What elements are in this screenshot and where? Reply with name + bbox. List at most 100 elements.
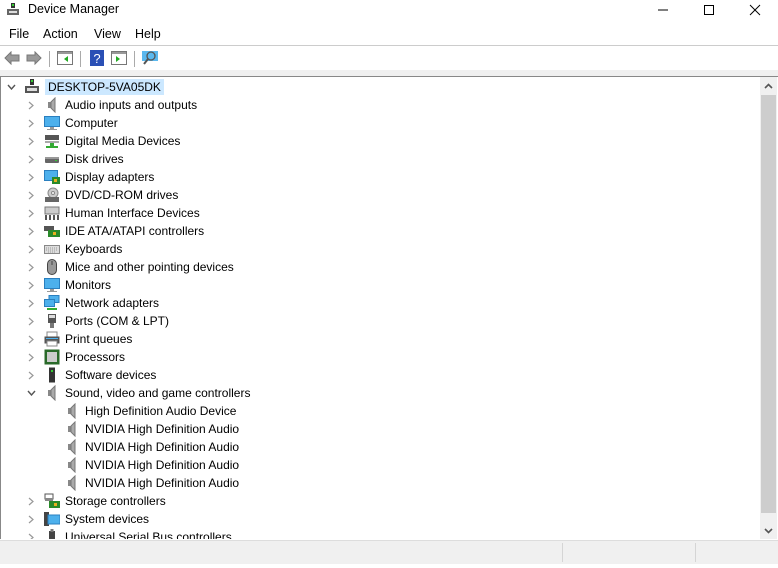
tree-root-computer[interactable]: DESKTOP-5VA05DK [4,78,164,96]
tree-item-label: Mice and other pointing devices [65,260,234,274]
expand-toggle[interactable] [24,366,38,384]
tree-item-label: Human Interface Devices [65,206,200,220]
tree-category-ide-ata-atapi-controllers[interactable]: IDE ATA/ATAPI controllers [24,222,204,240]
expand-toggle[interactable] [24,114,38,132]
tree-category-print-queues[interactable]: Print queues [24,330,132,348]
tree-category-mice-and-other-pointing-devices[interactable]: Mice and other pointing devices [24,258,234,276]
chevron-right-icon [28,191,34,199]
toggle-spacer [44,402,58,420]
tree-item-label: Monitors [65,278,112,292]
expand-toggle[interactable] [24,294,38,312]
menu-help[interactable]: Help [135,27,161,41]
expand-toggle[interactable] [24,258,38,276]
expand-toggle[interactable] [24,168,38,186]
software-device-icon [44,367,60,383]
tree-category-universal-serial-bus-controllers[interactable]: Universal Serial Bus controllers [24,528,232,539]
help-button[interactable]: ? [88,49,106,67]
chevron-down-icon [764,527,773,534]
port-icon [44,313,60,329]
expand-toggle[interactable] [24,150,38,168]
chevron-right-icon [28,137,34,145]
tree-category-display-adapters[interactable]: Display adapters [24,168,154,186]
console-tree-icon [57,51,73,65]
tree-item-label: Display adapters [65,170,155,184]
scroll-down-button[interactable] [760,522,777,539]
expand-toggle[interactable] [24,204,38,222]
tree-item-label: NVIDIA High Definition Audio [85,440,240,454]
show-hide-console-tree-button[interactable] [56,49,74,67]
chevron-right-icon [28,533,34,539]
maximize-button[interactable] [686,0,732,20]
tree-category-storage-controllers[interactable]: Storage controllers [24,492,166,510]
scroll-up-button[interactable] [760,77,777,94]
expand-toggle[interactable] [24,348,38,366]
chevron-right-icon [28,155,34,163]
expand-toggle[interactable] [24,276,38,294]
collapse-toggle[interactable] [24,384,38,402]
chevron-right-icon [28,371,34,379]
minimize-button[interactable] [640,0,686,20]
vertical-scrollbar[interactable] [760,77,777,539]
back-button[interactable] [3,49,21,67]
tree-category-computer[interactable]: Computer [24,114,118,132]
toolbar-separator [49,51,50,67]
collapse-toggle[interactable] [4,78,18,96]
toolbar: ? [0,46,778,70]
menu-file[interactable]: File [9,27,29,41]
expand-toggle[interactable] [24,132,38,150]
ide-controller-icon [44,223,60,239]
toggle-spacer [44,456,58,474]
close-button[interactable] [732,0,778,20]
tree-category-disk-drives[interactable]: Disk drives [24,150,124,168]
tree-category-human-interface-devices[interactable]: Human Interface Devices [24,204,200,222]
expand-toggle[interactable] [24,312,38,330]
expand-toggle[interactable] [24,510,38,528]
expand-toggle[interactable] [24,330,38,348]
expand-toggle[interactable] [24,186,38,204]
background-window-edge [0,564,778,568]
tree-category-processors[interactable]: Processors [24,348,125,366]
tree-category-dvd-cd-rom-drives[interactable]: DVD/CD-ROM drives [24,186,178,204]
device-manager-icon [6,3,20,17]
tree-item-label: Keyboards [65,242,123,256]
tree-item-label: Storage controllers [65,494,166,508]
tree-category-network-adapters[interactable]: Network adapters [24,294,159,312]
tree-item-label: Network adapters [65,296,160,310]
show-action-pane-button[interactable] [110,49,128,67]
tree-category-sound-video-and-game-controllers[interactable]: Sound, video and game controllers [24,384,250,402]
scan-hardware-icon [142,51,158,65]
menu-view[interactable]: View [94,27,121,41]
expand-toggle[interactable] [24,222,38,240]
tree-device-item[interactable]: NVIDIA High Definition Audio [44,474,239,492]
scan-hardware-button[interactable] [141,49,159,67]
tree-category-monitors[interactable]: Monitors [24,276,111,294]
tree-category-audio-inputs-and-outputs[interactable]: Audio inputs and outputs [24,96,197,114]
expand-toggle[interactable] [24,96,38,114]
tree-category-system-devices[interactable]: System devices [24,510,149,528]
svg-text:?: ? [93,51,100,66]
expand-toggle[interactable] [24,240,38,258]
tree-device-item[interactable]: High Definition Audio Device [44,402,236,420]
menu-action[interactable]: Action [43,27,78,41]
tree-item-label: High Definition Audio Device [85,404,237,418]
tree-category-keyboards[interactable]: Keyboards [24,240,122,258]
tree-device-item[interactable]: NVIDIA High Definition Audio [44,420,239,438]
tree-device-item[interactable]: NVIDIA High Definition Audio [44,456,239,474]
scroll-thumb[interactable] [761,95,776,513]
tree-device-item[interactable]: NVIDIA High Definition Audio [44,438,239,456]
computer-root-icon [24,79,40,95]
usb-icon [44,529,60,539]
expand-toggle[interactable] [24,528,38,539]
tree-item-label: System devices [65,512,150,526]
tree-category-software-devices[interactable]: Software devices [24,366,156,384]
toolbar-separator [134,51,135,67]
expand-toggle[interactable] [24,492,38,510]
tree-category-digital-media-devices[interactable]: Digital Media Devices [24,132,180,150]
display-adapter-icon [44,169,60,185]
chevron-right-icon [28,101,34,109]
printer-icon [44,331,60,347]
tree-category-ports-com-lpt[interactable]: Ports (COM & LPT) [24,312,169,330]
chevron-right-icon [28,227,34,235]
chevron-right-icon [28,299,34,307]
forward-button[interactable] [25,49,43,67]
